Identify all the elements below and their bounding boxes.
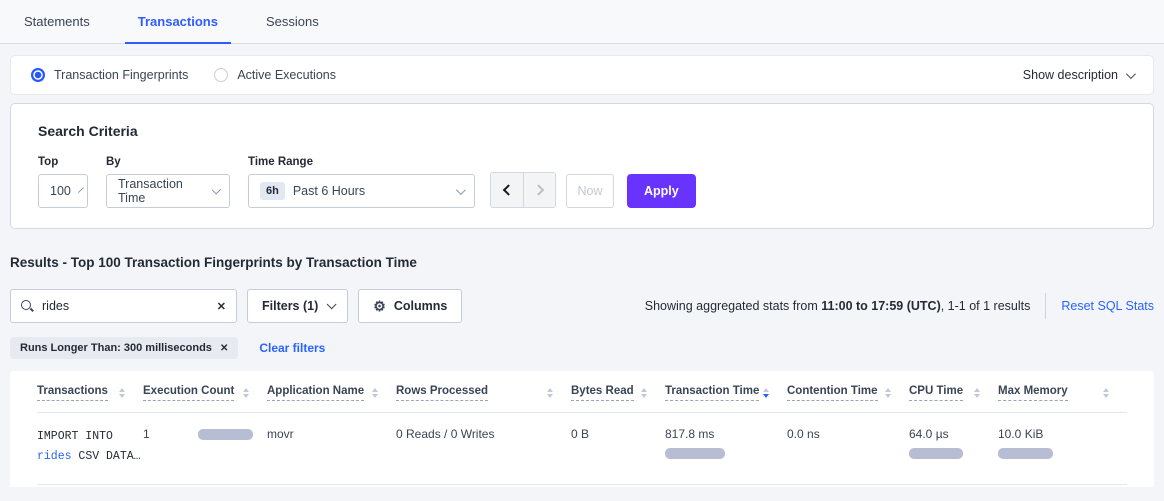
- column-header-bytes-read[interactable]: Bytes Read: [571, 385, 665, 401]
- execution-count-bar: [198, 429, 253, 440]
- radio-unselected-icon: [214, 68, 228, 82]
- time-range-next-button[interactable]: [523, 173, 555, 207]
- results-toolbar: ✕ Filters (1) ⚙ Columns Showing aggregat…: [10, 289, 1154, 323]
- transaction-link[interactable]: rides: [37, 450, 72, 463]
- active-filters-row: Runs Longer Than: 300 milliseconds ✕ Cle…: [10, 337, 1154, 359]
- view-toggle-panel: Transaction Fingerprints Active Executio…: [10, 55, 1154, 95]
- time-range-field: Time Range 6h Past 6 Hours: [248, 156, 475, 208]
- cell-contention-time: 0.0 ns: [787, 427, 909, 441]
- time-range-label: Time Range: [248, 156, 475, 168]
- cpu-time-bar: [909, 448, 963, 459]
- search-criteria-title: Search Criteria: [38, 123, 1126, 139]
- radio-transaction-fingerprints[interactable]: Transaction Fingerprints: [31, 68, 188, 82]
- sort-carets-icon: [547, 388, 553, 398]
- chevron-right-icon: [532, 184, 543, 195]
- search-criteria-panel: Search Criteria Top 100 By Transaction T…: [10, 103, 1154, 229]
- chevron-down-icon: [1126, 69, 1136, 79]
- columns-button[interactable]: ⚙ Columns: [358, 289, 462, 323]
- columns-button-label: Columns: [394, 299, 447, 313]
- column-header-max-memory[interactable]: Max Memory: [998, 385, 1127, 401]
- sql-line-2: rides CSV DATA…: [37, 447, 129, 467]
- results-table: Transactions Execution Count Application…: [10, 371, 1154, 487]
- time-range-select[interactable]: 6h Past 6 Hours: [248, 174, 475, 208]
- reset-sql-stats-link[interactable]: Reset SQL Stats: [1061, 299, 1154, 313]
- filters-button-label: Filters (1): [262, 299, 318, 313]
- search-icon: [21, 300, 34, 313]
- vertical-divider: [1045, 293, 1046, 319]
- tab-sessions[interactable]: Sessions: [253, 0, 332, 44]
- sort-carets-icon: [243, 388, 249, 398]
- radio-selected-icon: [31, 68, 45, 82]
- sort-carets-icon: [974, 388, 980, 398]
- radio-label: Transaction Fingerprints: [54, 68, 188, 82]
- show-description-label: Show description: [1023, 68, 1118, 82]
- table-row: IMPORT INTO rides CSV DATA… 1 movr 0 Rea…: [37, 413, 1127, 485]
- chevron-left-icon: [503, 184, 514, 195]
- top-label: Top: [38, 156, 88, 168]
- filters-button[interactable]: Filters (1): [247, 289, 348, 323]
- clear-search-icon[interactable]: ✕: [217, 300, 226, 313]
- results-heading: Results - Top 100 Transaction Fingerprin…: [10, 255, 1154, 270]
- gear-icon: ⚙: [373, 299, 386, 313]
- apply-button[interactable]: Apply: [627, 174, 696, 208]
- cell-cpu-time: 64.0 µs: [909, 427, 998, 459]
- time-range-arrows: [490, 172, 556, 208]
- aggregated-stats-text: Showing aggregated stats from 11:00 to 1…: [645, 299, 1031, 313]
- max-memory-bar: [998, 448, 1053, 459]
- top-tab-bar: Statements Transactions Sessions: [0, 0, 1164, 44]
- column-header-cpu-time[interactable]: CPU Time: [909, 385, 998, 401]
- aggregated-stats-area: Showing aggregated stats from 11:00 to 1…: [645, 293, 1154, 319]
- remove-filter-icon[interactable]: ✕: [220, 343, 228, 354]
- cell-max-memory: 10.0 KiB: [998, 427, 1127, 459]
- column-header-application-name[interactable]: Application Name: [267, 385, 396, 401]
- time-range-badge: 6h: [260, 182, 285, 200]
- time-range-prev-button[interactable]: [491, 173, 523, 207]
- top-field: Top 100: [38, 156, 88, 208]
- sort-carets-icon: [885, 388, 891, 398]
- by-label: By: [106, 156, 230, 168]
- tab-statements[interactable]: Statements: [11, 0, 103, 44]
- cell-transaction-fingerprint: IMPORT INTO rides CSV DATA…: [37, 427, 143, 467]
- by-field: By Transaction Time: [106, 156, 230, 208]
- sort-carets-icon: [372, 388, 378, 398]
- time-range-value: Past 6 Hours: [293, 184, 365, 198]
- transaction-time-bar: [665, 448, 725, 459]
- radio-label: Active Executions: [237, 68, 336, 82]
- filter-pill-label: Runs Longer Than: 300 milliseconds: [20, 342, 212, 354]
- chevron-down-icon: [78, 187, 84, 193]
- cell-rows-processed: 0 Reads / 0 Writes: [396, 427, 571, 441]
- cell-execution-count: 1: [143, 427, 267, 441]
- column-header-contention-time[interactable]: Contention Time: [787, 385, 909, 401]
- sort-carets-icon: [119, 388, 125, 398]
- top-value: 100: [50, 184, 71, 198]
- table-header-row: Transactions Execution Count Application…: [37, 373, 1127, 413]
- tab-transactions[interactable]: Transactions: [125, 0, 231, 44]
- column-header-transaction-time[interactable]: Transaction Time: [665, 385, 787, 401]
- chevron-down-icon: [211, 185, 220, 194]
- now-button[interactable]: Now: [566, 174, 614, 208]
- cell-bytes-read: 0 B: [571, 427, 665, 441]
- by-value: Transaction Time: [118, 177, 204, 205]
- column-header-execution-count[interactable]: Execution Count: [143, 385, 267, 401]
- chevron-down-icon: [327, 299, 337, 309]
- column-header-rows-processed[interactable]: Rows Processed: [396, 385, 571, 401]
- sort-carets-icon: [641, 388, 647, 398]
- column-header-transactions[interactable]: Transactions: [37, 385, 143, 401]
- chevron-down-icon: [456, 185, 466, 195]
- search-box: ✕: [10, 289, 237, 323]
- sql-line-1: IMPORT INTO: [37, 427, 129, 447]
- by-select[interactable]: Transaction Time: [106, 174, 230, 208]
- cell-transaction-time: 817.8 ms: [665, 427, 787, 459]
- filter-pill: Runs Longer Than: 300 milliseconds ✕: [10, 337, 238, 359]
- radio-active-executions[interactable]: Active Executions: [214, 68, 336, 82]
- sort-carets-icon: [763, 388, 769, 398]
- cell-application-name: movr: [267, 427, 396, 441]
- show-description-toggle[interactable]: Show description: [1023, 68, 1133, 82]
- sort-carets-icon: [1103, 388, 1109, 398]
- search-input[interactable]: [42, 299, 209, 313]
- top-select[interactable]: 100: [38, 174, 88, 208]
- clear-filters-link[interactable]: Clear filters: [259, 341, 325, 355]
